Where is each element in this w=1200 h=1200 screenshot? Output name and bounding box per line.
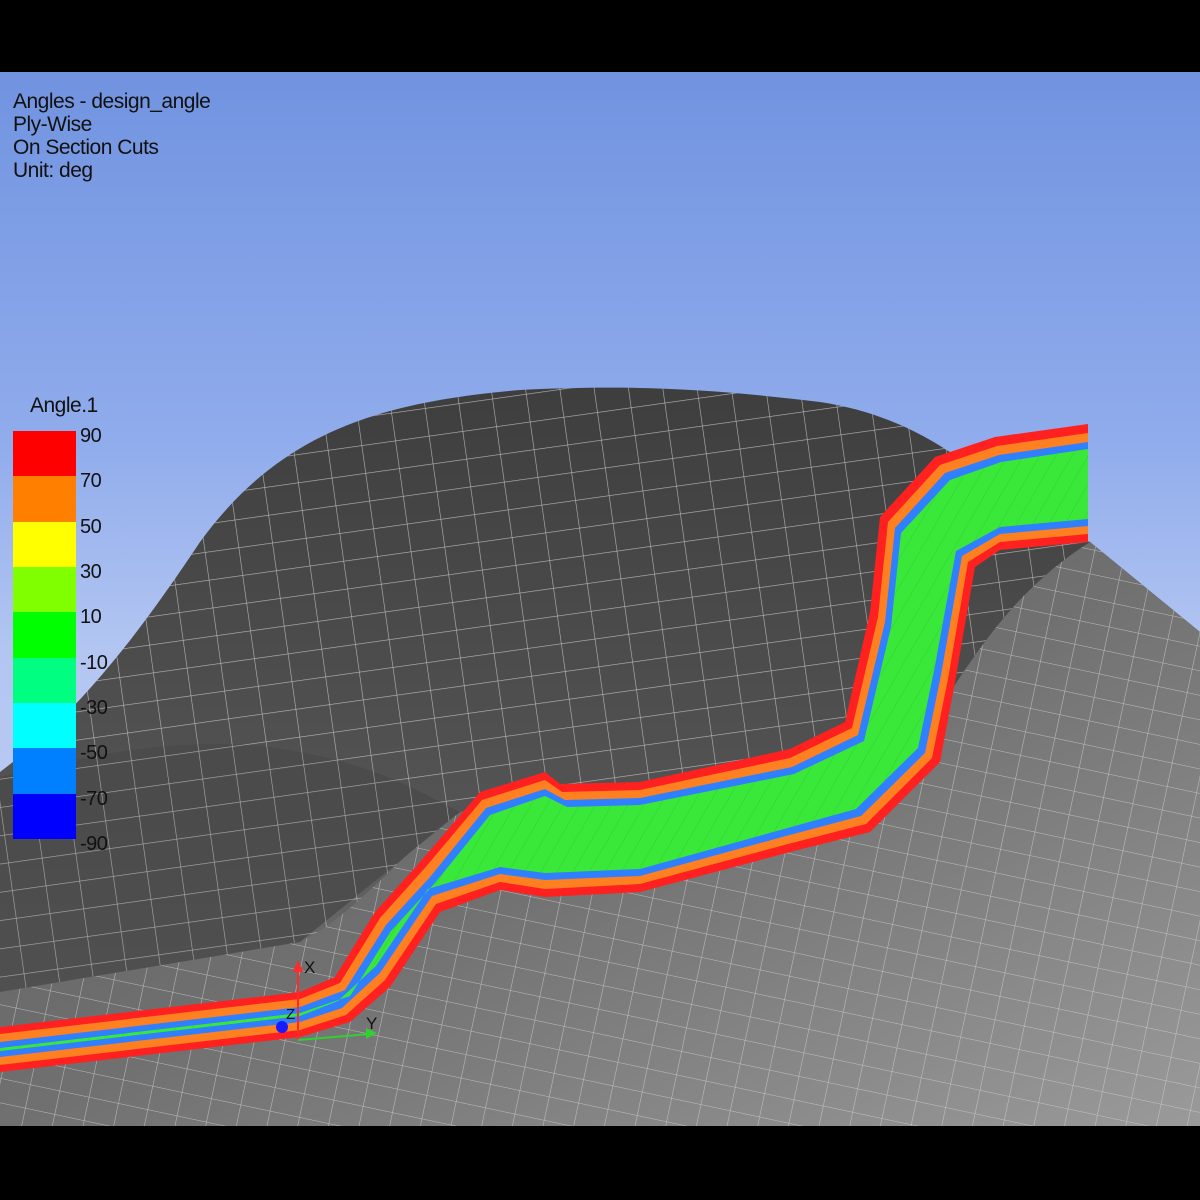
legend-label: -50 [80,742,108,765]
triad-x-label: X [304,958,316,977]
legend-label: 70 [80,470,102,493]
legend-label: 50 [80,515,102,538]
model-scene [0,387,1200,1126]
legend-label: -70 [80,787,108,810]
legend-label: -10 [80,651,108,674]
legend-swatch [13,748,76,794]
triad-z-label: Z [286,1006,296,1023]
legend-swatch [13,566,76,613]
legend-swatch [13,612,76,658]
legend-swatch [13,521,76,567]
result-unit: Unit: deg [13,159,93,182]
bottom-letterbox [0,1126,1200,1200]
legend-title: Angle.1 [30,394,98,417]
legend-swatch [13,657,76,703]
result-mode: Ply-Wise [13,113,92,136]
legend-label: -90 [80,833,108,855]
result-info-block: Angles - design_angle Ply-Wise On Sectio… [13,90,211,182]
triad-y-label: Y [366,1014,378,1033]
color-legend-bar[interactable] [13,431,76,839]
top-letterbox [0,0,1200,72]
legend-swatch [13,793,76,839]
legend-label: 30 [80,561,102,583]
legend-label: -30 [80,697,108,719]
legend-swatch [13,476,76,522]
3d-viewport[interactable]: X Y Z Angles - design_angle Ply-Wise On … [0,72,1200,1126]
legend-swatch [13,702,76,749]
result-scope: On Section Cuts [13,136,159,159]
legend-swatch [13,431,76,477]
legend-label: 90 [80,425,102,447]
result-title: Angles - design_angle [13,90,211,113]
legend-label: 10 [80,606,102,629]
